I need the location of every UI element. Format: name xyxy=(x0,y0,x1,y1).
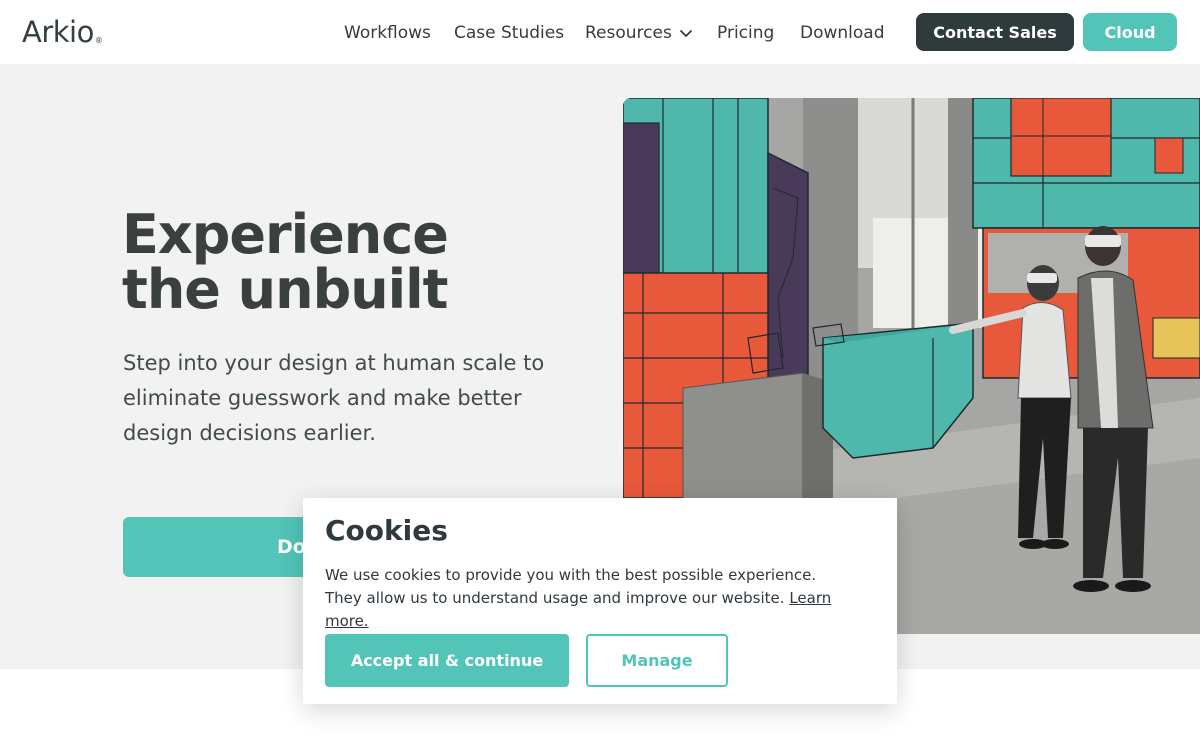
chevron-down-icon xyxy=(679,30,692,37)
nav-pricing[interactable]: Pricing xyxy=(717,20,774,46)
cloud-button[interactable]: Cloud xyxy=(1083,13,1177,51)
contact-sales-button[interactable]: Contact Sales xyxy=(916,13,1074,51)
hero-title-line1: Experience xyxy=(122,203,449,266)
manage-cookies-button[interactable]: Manage xyxy=(586,634,728,687)
cookie-text: We use cookies to provide you with the b… xyxy=(325,564,855,633)
arkio-logo[interactable]: Arkio ® xyxy=(22,16,103,48)
logo-registered-mark: ® xyxy=(94,36,103,45)
nav-case-studies[interactable]: Case Studies xyxy=(454,20,564,46)
logo-text: Arkio xyxy=(22,15,94,49)
site-header: Arkio ® Workflows Case Studies Resources… xyxy=(0,0,1200,64)
cookie-title: Cookies xyxy=(325,514,448,547)
hero-title: Experience the unbuilt xyxy=(122,203,449,321)
nav-download[interactable]: Download xyxy=(800,20,885,46)
accept-cookies-button[interactable]: Accept all & continue xyxy=(325,634,569,687)
cookie-banner: Cookies We use cookies to provide you wi… xyxy=(303,498,897,704)
cookie-message: We use cookies to provide you with the b… xyxy=(325,566,817,607)
hero-subtitle: Step into your design at human scale to … xyxy=(123,351,545,445)
hero-download-button-label: Do xyxy=(277,536,306,558)
nav-workflows[interactable]: Workflows xyxy=(344,20,431,46)
hero-title-line2: the unbuilt xyxy=(122,258,448,321)
nav-resources[interactable]: Resources xyxy=(585,20,694,46)
nav-resources-label: Resources xyxy=(585,23,672,43)
